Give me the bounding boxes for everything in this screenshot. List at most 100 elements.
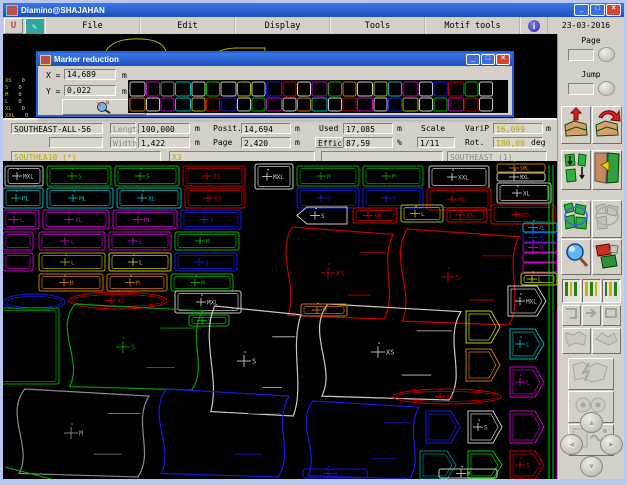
menu-file[interactable]: File	[45, 17, 140, 34]
pattern-pieces-svg[interactable]: MXL S S XS MXL M M XXLSMLMXLXLML ML XL XS S S MSL XL ML…	[0, 160, 558, 480]
size-row: S0	[5, 85, 22, 91]
menu-tools[interactable]: Tools	[330, 17, 425, 34]
svg-text:M: M	[201, 280, 205, 287]
big-tool-1-icon	[572, 361, 608, 383]
zoom-button[interactable]	[560, 239, 591, 275]
x-field[interactable]: 14,689	[64, 69, 116, 80]
pan-down-button[interactable]: ▼	[580, 456, 603, 477]
svg-text:SM: SM	[374, 213, 382, 220]
undo-tool-button[interactable]: U	[4, 18, 23, 34]
map-tool-1-button[interactable]	[561, 328, 591, 354]
dialog-title: Marker reduction	[54, 55, 119, 64]
svg-text:L: L	[526, 341, 530, 348]
used-field[interactable]: 17,085	[343, 123, 393, 134]
dialog-title-bar[interactable]: Marker reduction _ □ ✕	[38, 53, 512, 66]
big-tool-1-button[interactable]	[568, 358, 614, 390]
dialog-close-button[interactable]: ✕	[496, 54, 510, 65]
marker-sub-field[interactable]	[49, 137, 103, 148]
marker-canvas[interactable]: MXL S S XS MXL M M XXL SML MXL XL ML ML XL XS S S MS L XL ML…	[0, 160, 558, 480]
motif-match-button[interactable]	[591, 150, 622, 190]
page-nav-field[interactable]	[567, 48, 594, 61]
svg-text:S: S	[205, 259, 209, 266]
size-count: 0	[18, 99, 22, 105]
bar-toggle-3-icon	[604, 282, 617, 296]
size-label: S	[5, 85, 9, 91]
marker-preview[interactable]	[128, 80, 508, 113]
move-pieces-icon	[563, 153, 587, 183]
page-field[interactable]: 2,420	[241, 137, 291, 148]
svg-text:XXL: XXL	[458, 174, 469, 181]
svg-text:L: L	[71, 238, 75, 245]
small-tool-1-icon	[565, 308, 577, 319]
pan-right-button[interactable]: ▶	[600, 434, 623, 455]
info-button[interactable]: i	[520, 17, 548, 34]
rot-label: Rot.	[465, 138, 485, 147]
lasso-select-button[interactable]	[560, 200, 591, 238]
pan-left-button[interactable]: ◀	[560, 434, 583, 455]
title-bar[interactable]: Diamino@SHAJAHAN _ □ ✕	[3, 3, 624, 17]
map-tool-2-button[interactable]	[591, 328, 621, 354]
effic-field[interactable]: 87,59	[343, 137, 393, 148]
svg-text:XS: XS	[213, 173, 221, 180]
menu-edit[interactable]: Edit	[140, 17, 235, 34]
width-label: Width	[110, 137, 137, 148]
lasso-disabled-button[interactable]	[591, 200, 622, 238]
used-label: Used	[319, 124, 339, 133]
close-button[interactable]: ✕	[606, 4, 621, 16]
jump-nav-button[interactable]	[597, 81, 615, 96]
jump-nav-field[interactable]	[567, 82, 594, 95]
svg-text:L: L	[139, 238, 143, 245]
svg-text:S: S	[392, 195, 396, 202]
minimize-button[interactable]: _	[574, 4, 589, 16]
marker-name-field[interactable]: SOUTHEAST-ALL-56	[11, 123, 103, 134]
small-tool-2-button[interactable]	[581, 305, 601, 326]
svg-text:M: M	[392, 173, 396, 180]
maximize-button[interactable]: □	[590, 4, 605, 16]
svg-text:MXL: MXL	[273, 174, 284, 181]
piece-colors-button[interactable]	[591, 239, 622, 275]
size-count: 0	[21, 78, 25, 84]
y-field[interactable]: 0,022	[64, 85, 116, 96]
size-label: XS	[5, 78, 12, 84]
posit-label: Posit.	[213, 124, 242, 133]
svg-text:XS: XS	[466, 212, 474, 219]
bar-toggle-1-button[interactable]	[561, 279, 581, 303]
dialog-minimize-button[interactable]: _	[466, 54, 480, 65]
menu-motif-tools[interactable]: Motif tools	[425, 17, 520, 34]
small-tool-1-button[interactable]	[561, 305, 581, 326]
fold-up-button[interactable]	[560, 106, 591, 144]
svg-text:L: L	[139, 259, 143, 266]
svg-text:L: L	[20, 217, 24, 224]
size-count: 0	[21, 106, 25, 112]
y-unit: m	[122, 87, 127, 96]
motif-match-icon	[594, 152, 620, 184]
small-tool-3-button[interactable]	[601, 305, 621, 326]
pen-tool-button[interactable]: ✎	[25, 18, 44, 34]
menu-bar: U ✎ File Edit Display Tools Motif tools …	[3, 17, 624, 35]
page-nav-button[interactable]	[597, 47, 615, 62]
app-icon	[6, 4, 18, 16]
bar-toggle-2-button[interactable]	[581, 279, 601, 303]
x-label: X =	[46, 71, 61, 80]
length-field[interactable]: 100,000	[138, 123, 190, 134]
size-label: M	[5, 92, 9, 98]
marker-preview-svg	[128, 80, 508, 113]
rot-unit: deg	[531, 138, 546, 147]
move-pieces-button[interactable]	[560, 150, 591, 190]
posit-field[interactable]: 14,694	[241, 123, 291, 134]
scale-field[interactable]: 1/11	[417, 137, 455, 148]
fold-over-button[interactable]	[591, 106, 622, 144]
pan-up-button[interactable]: ▲	[580, 412, 603, 433]
varip-label: VariP	[465, 124, 490, 133]
varip-field[interactable]: 16,099	[493, 123, 543, 134]
bar-toggle-3-button[interactable]	[601, 279, 621, 303]
y-label: Y =	[46, 87, 61, 96]
svg-text:XL: XL	[523, 190, 531, 197]
scale-label: Scale	[421, 124, 446, 133]
dialog-maximize-button[interactable]: □	[481, 54, 495, 65]
page-label: Page	[213, 138, 233, 147]
svg-text:M: M	[334, 471, 337, 477]
width-field[interactable]: 1,422	[138, 137, 190, 148]
small-tool-2-icon	[585, 308, 596, 318]
menu-display[interactable]: Display	[235, 17, 330, 34]
